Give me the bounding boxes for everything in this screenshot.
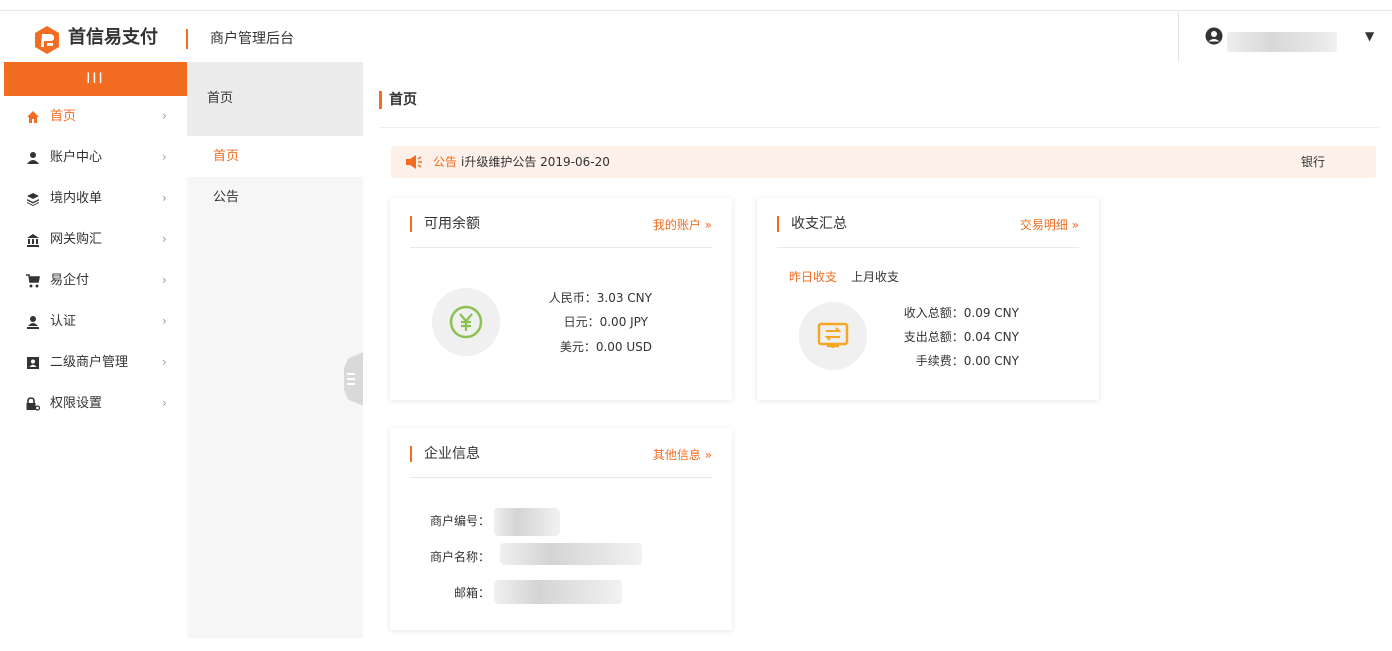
fee-total: 手续费：0.00 CNY: [915, 354, 1019, 368]
main-content: 首页 公告 i升级维护公告 2019-06-20 银行 可用余额 我的账户 »: [363, 62, 1392, 651]
yuan-coin-icon: [449, 305, 483, 339]
sidebar-item-label: 易企付: [50, 273, 90, 288]
certify-icon: [27, 316, 39, 329]
sidebar: III 首页 › 账户中心 › 境内收单 › 网关购汇 › 易企付 › 认证 ›…: [4, 62, 187, 651]
sidebar-item-yiqifu[interactable]: 易企付 ›: [4, 260, 187, 301]
user-icon: [27, 152, 39, 164]
card-header: 收支汇总 交易明细 »: [777, 198, 1079, 248]
top-spacer: [0, 0, 1392, 10]
megaphone-icon: [406, 155, 422, 169]
chevron-right-icon: ›: [162, 396, 167, 410]
chevron-right-icon: ›: [162, 109, 167, 123]
user-menu[interactable]: ▼: [1178, 11, 1392, 63]
announcement-bar[interactable]: 公告 i升级维护公告 2019-06-20 银行: [391, 146, 1376, 178]
card-accent-bar: [410, 446, 412, 462]
announcement-text[interactable]: i升级维护公告 2019-06-20: [461, 146, 610, 178]
app-subtitle: 商户管理后台: [210, 31, 294, 47]
cart-icon: [26, 274, 40, 288]
user-name-redacted: [1227, 32, 1337, 52]
balance-card: 可用余额 我的账户 » 人民币：3.03 CNY 日元：0.00 JPY 美元：…: [390, 198, 732, 400]
tab-last-month[interactable]: 上月收支: [851, 268, 899, 286]
sidebar-item-gateway-fx[interactable]: 网关购汇 ›: [4, 219, 187, 260]
page-header: 首页: [379, 84, 1379, 128]
sidebar-item-label: 账户中心: [50, 150, 103, 165]
my-account-link[interactable]: 我的账户 »: [653, 216, 712, 234]
sidebar-item-label: 权限设置: [50, 396, 103, 411]
top-header: 首信易支付 商户管理后台 ▼: [0, 10, 1392, 63]
summary-card: 收支汇总 交易明细 » 昨日收支 上月收支 收入总额：0.09 CNY 支出总额…: [757, 198, 1099, 400]
sidebar-item-account[interactable]: 账户中心 ›: [4, 137, 187, 178]
sub-navigation: 首页 首页 公告: [187, 62, 363, 638]
sidebar-item-permissions[interactable]: 权限设置 ›: [4, 383, 187, 424]
transfer-monitor-icon: [817, 322, 849, 348]
subnav-item-home[interactable]: 首页: [187, 136, 363, 177]
tab-yesterday[interactable]: 昨日收支: [789, 268, 837, 286]
card-accent-bar: [777, 216, 779, 232]
merchant-number-label: 商户编号：: [429, 514, 490, 528]
email-redacted: [494, 580, 622, 604]
user-circle-icon: [1205, 27, 1223, 45]
card-accent-bar: [410, 216, 412, 232]
brand-name: 首信易支付: [68, 27, 158, 48]
lock-icon: [26, 397, 40, 411]
chevron-right-icon: ›: [162, 273, 167, 287]
card-title: 企业信息: [424, 446, 480, 462]
sidebar-item-certification[interactable]: 认证 ›: [4, 301, 187, 342]
card-title: 可用余额: [424, 216, 480, 232]
chevron-right-icon: ›: [162, 314, 167, 328]
caret-down-icon[interactable]: ▼: [1365, 29, 1374, 43]
summary-icon-circle: [799, 302, 867, 370]
chevron-right-icon: ›: [162, 355, 167, 369]
announcement-bank: 银行: [1301, 155, 1326, 169]
brand-logo-icon: [35, 26, 59, 54]
sidebar-item-domestic-acquiring[interactable]: 境内收单 ›: [4, 178, 187, 219]
announcement-label: 公告: [433, 155, 458, 169]
balance-usd: 美元：0.00 USD: [559, 340, 652, 354]
balance-icon-circle: [432, 288, 500, 356]
sidebar-collapse-button[interactable]: III: [4, 62, 187, 96]
merchant-name-label: 商户名称：: [429, 550, 490, 564]
chevron-right-icon: ›: [162, 232, 167, 246]
card-header: 可用余额 我的账户 »: [410, 198, 712, 248]
subnav-title: 首页: [187, 62, 363, 136]
merchant-name-redacted: [500, 543, 642, 565]
bank-icon: [27, 234, 39, 247]
card-header: 企业信息 其他信息 »: [410, 428, 712, 478]
sidebar-item-label: 认证: [50, 314, 77, 329]
brand-divider: [186, 29, 188, 49]
sidebar-item-label: 境内收单: [50, 191, 103, 206]
menu-lines-icon: [347, 373, 355, 385]
sidebar-item-label: 首页: [50, 109, 77, 124]
page-title: 首页: [389, 92, 417, 108]
merchant-number-redacted: [494, 508, 560, 536]
balance-rmb: 人民币：3.03 CNY: [548, 291, 652, 305]
company-info-card: 企业信息 其他信息 » 商户编号： 商户名称： 邮箱：: [390, 428, 732, 630]
balance-jpy: 日元：0.00 JPY: [563, 315, 648, 329]
app-root: 首信易支付 商户管理后台 ▼ III 首页 › 账户中心 › 境内收单 › 网关…: [0, 0, 1392, 651]
chevron-right-icon: ›: [162, 191, 167, 205]
card-title: 收支汇总: [791, 216, 847, 232]
title-accent-bar: [379, 91, 382, 109]
transaction-detail-link[interactable]: 交易明细 »: [1020, 216, 1079, 234]
subnav-item-announcements[interactable]: 公告: [187, 177, 363, 218]
sidebar-item-label: 网关购汇: [50, 232, 103, 247]
expense-total: 支出总额：0.04 CNY: [903, 330, 1019, 344]
sidebar-item-home[interactable]: 首页 ›: [4, 96, 187, 137]
email-label: 邮箱：: [453, 586, 490, 600]
sidebar-item-label: 二级商户管理: [50, 355, 129, 370]
id-card-icon: [27, 357, 39, 369]
chevron-right-icon: ›: [162, 150, 167, 164]
home-icon: [27, 111, 39, 123]
sidebar-item-sub-merchant[interactable]: 二级商户管理 ›: [4, 342, 187, 383]
income-total: 收入总额：0.09 CNY: [903, 306, 1019, 320]
layers-icon: [27, 193, 39, 206]
other-info-link[interactable]: 其他信息 »: [653, 446, 712, 464]
